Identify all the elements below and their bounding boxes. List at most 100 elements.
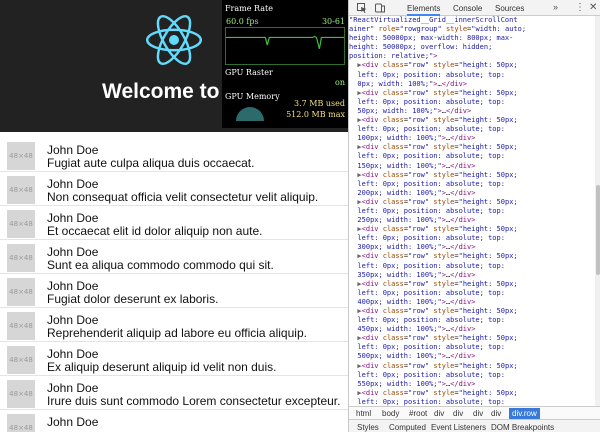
breadcrumb-item[interactable]: div xyxy=(453,409,463,418)
dom-tree-line[interactable]: ▶<div class="row" style="height: 50px; xyxy=(349,280,595,289)
breadcrumb-item[interactable]: body xyxy=(382,409,399,418)
dom-tree-line[interactable]: ▶<div class="row" style="height: 50px; xyxy=(349,61,595,70)
tab-console[interactable]: Console xyxy=(453,4,482,13)
tab-sources[interactable]: Sources xyxy=(495,4,524,13)
dom-token: "row" xyxy=(408,225,430,234)
dom-tree-line[interactable]: 350px; width: 100%;">…</div> xyxy=(349,271,595,280)
dom-token: "row" xyxy=(408,307,430,315)
dom-token: class xyxy=(378,170,404,179)
dom-tree-line[interactable]: left: 0px; position: absolute; top: xyxy=(349,234,595,243)
dom-token: left: 0px; position: absolute; top: xyxy=(349,97,505,106)
dom-token: <div xyxy=(361,252,379,261)
dom-tree-line[interactable]: left: 0px; position: absolute; top: xyxy=(349,316,595,325)
subtab-styles[interactable]: Styles xyxy=(357,423,379,432)
dom-token: </div> xyxy=(450,216,476,225)
list-item[interactable]: 48×48 John Doe Sunt ea aliqua commodo comm… xyxy=(0,240,348,274)
dom-tree-line[interactable]: 400px; width: 100%;">…</div> xyxy=(349,298,595,307)
dom-tree-line[interactable]: left: 0px; position: absolute; top: xyxy=(349,207,595,216)
dom-tree-line[interactable]: ▶<div class="row" style="height: 50px; xyxy=(349,143,595,152)
avatar-placeholder-text: 48×48 xyxy=(9,390,33,398)
list-item-message: Fugiat dolor deserunt ex laboris. xyxy=(47,292,219,306)
dom-token: </div> xyxy=(450,297,476,306)
dom-token: "height: 50px; xyxy=(458,170,518,179)
dom-token: left: 0px; position: absolute; top: xyxy=(349,261,505,270)
breadcrumb-item[interactable]: html xyxy=(356,409,371,418)
dom-tree-line[interactable]: position: relative;"> xyxy=(349,52,595,61)
elements-dom-tree[interactable]: "ReactVirtualized__Grid__innerScrollCont… xyxy=(349,16,595,406)
dom-token: "height: 50px; xyxy=(458,279,518,288)
dom-tree-line[interactable]: 150px; width: 100%;">…</div> xyxy=(349,162,595,171)
dom-tree-line[interactable]: 550px; width: 100%;">…</div> xyxy=(349,380,595,389)
dom-tree-line[interactable]: 450px; width: 100%;">…</div> xyxy=(349,325,595,334)
dom-tree-line[interactable]: 200px; width: 100%;">…</div> xyxy=(349,189,595,198)
dom-tree-line[interactable]: ▶<div class="row" style="height: 50px; xyxy=(349,252,595,261)
dom-tree-line[interactable]: ▶<div class="row" style="height: 50px; xyxy=(349,389,595,398)
device-toolbar-icon[interactable] xyxy=(375,3,385,13)
dom-tree-line[interactable]: left: 0px; position: absolute; top: xyxy=(349,371,595,380)
dom-tree-line[interactable]: 500px; width: 100%;">…</div> xyxy=(349,352,595,361)
dom-tree-line[interactable]: ▶<div class="row" style="height: 50px; xyxy=(349,225,595,234)
dom-tree-line[interactable]: "ReactVirtualized__Grid__innerScrollCont xyxy=(349,16,595,25)
kebab-menu-icon[interactable]: ⋮ xyxy=(575,2,585,13)
dom-token: position: relative;" xyxy=(349,52,434,61)
dom-tree-line[interactable]: 0px; width: 100%;">…</div> xyxy=(349,80,595,89)
tab-elements[interactable]: Elements xyxy=(407,4,441,16)
list-item[interactable]: 48×48 John Doe Irure duis sunt commodo Lor… xyxy=(0,376,348,410)
virtualized-list[interactable]: 48×48 John Doe Fugiat aute culpa aliqua du… xyxy=(0,138,348,432)
breadcrumb-item[interactable]: #root xyxy=(409,409,427,418)
dom-tree-line[interactable]: left: 0px; position: absolute; top: xyxy=(349,343,595,352)
dom-tree-line[interactable]: left: 0px; position: absolute; top: xyxy=(349,180,595,189)
dom-tree-scrollbar-thumb[interactable] xyxy=(596,185,600,275)
dom-tree-line[interactable]: left: 0px; position: absolute; top: xyxy=(349,289,595,298)
dom-tree-line[interactable]: ▶<div class="row" style="height: 50px; xyxy=(349,171,595,180)
breadcrumb-item[interactable]: div xyxy=(491,409,501,418)
dom-token: style xyxy=(429,170,455,179)
list-item[interactable]: 48×48 John Doe Fugiat aute culpa aliqua du… xyxy=(0,138,348,172)
dom-tree-line[interactable]: left: 0px; position: absolute; top: xyxy=(349,98,595,107)
dom-tree-line[interactable]: left: 0px; position: absolute; top: xyxy=(349,152,595,161)
dom-tree-line[interactable]: left: 0px; position: absolute; top: xyxy=(349,125,595,134)
frame-rate-label: Frame Rate xyxy=(225,4,273,13)
breadcrumb-item[interactable]: div xyxy=(473,409,483,418)
dom-tree-line[interactable]: ▶<div class="row" style="height: 50px; xyxy=(349,198,595,207)
dom-tree-line[interactable]: ▶<div class="row" style="height: 50px; xyxy=(349,307,595,316)
dom-token: class xyxy=(378,61,404,70)
subtab-dom-breakpoints[interactable]: DOM Breakpoints xyxy=(491,423,554,432)
dom-tree-line[interactable]: ▶<div class="row" style="height: 50px; xyxy=(349,89,595,98)
list-item[interactable]: 48×48 John Doe Reprehenderit aliquip ad la… xyxy=(0,308,348,342)
list-item[interactable]: 48×48 John Doe Et occaecat elit id dolor a… xyxy=(0,206,348,240)
dom-tree-line[interactable]: ▶<div class="row" style="height: 50px; xyxy=(349,362,595,371)
gpu-memory-max: 512.0 MB max xyxy=(286,110,345,119)
dom-tree-line[interactable]: height: 50000px; overflow: hidden; xyxy=(349,43,595,52)
dom-tree-line[interactable]: ainer" role="rowgroup" style="width: aut… xyxy=(349,25,595,34)
dom-token: style xyxy=(429,197,455,206)
avatar: 48×48 xyxy=(7,142,35,170)
subtab-event-listeners[interactable]: Event Listeners xyxy=(431,423,486,432)
dom-tree-line[interactable]: 100px; width: 100%;">…</div> xyxy=(349,134,595,143)
breadcrumb-item[interactable]: div xyxy=(434,409,444,418)
list-item-message: Fugiat aute culpa aliqua duis occaecat. xyxy=(47,156,255,170)
dom-tree-line[interactable]: ▶<div class="row" style="height: 50px; xyxy=(349,334,595,343)
dom-token: <div xyxy=(361,334,379,343)
list-item[interactable]: 48×48 John Doe xyxy=(0,410,348,432)
dom-token: left: 0px; position: absolute; top: xyxy=(349,370,505,379)
list-item[interactable]: 48×48 John Doe Non consequat officia velit… xyxy=(0,172,348,206)
dom-token: style xyxy=(429,225,455,234)
subtab-computed[interactable]: Computed xyxy=(389,423,426,432)
more-tabs-button[interactable]: » xyxy=(553,2,558,12)
list-item[interactable]: 48×48 John Doe Fugiat dolor deserunt ex la… xyxy=(0,274,348,308)
dom-tree-line[interactable]: 300px; width: 100%;">…</div> xyxy=(349,243,595,252)
list-item-message: Ex aliquip deserunt aliquip id velit non… xyxy=(47,360,277,374)
dom-tree-line[interactable]: 50px; width: 100%;">…</div> xyxy=(349,107,595,116)
dom-tree-line[interactable]: ▶<div class="row" style="height: 50px; xyxy=(349,116,595,125)
list-item-message: Non consequat officia velit consectetur … xyxy=(47,190,319,204)
dom-tree-line[interactable]: left: 0px; position: absolute; top: xyxy=(349,71,595,80)
breadcrumb-item[interactable]: div.row xyxy=(509,408,540,419)
dom-tree-line[interactable]: height: 50000px; max-width: 800px; max- xyxy=(349,34,595,43)
inspect-element-icon[interactable] xyxy=(357,3,367,13)
dom-tree-line[interactable]: left: 0px; position: absolute; top: xyxy=(349,262,595,271)
close-icon[interactable]: ✕ xyxy=(589,2,597,13)
list-item[interactable]: 48×48 John Doe Ex aliquip deserunt aliquip… xyxy=(0,342,348,376)
dom-tree-line[interactable]: left: 0px; position: absolute; top: xyxy=(349,398,595,406)
dom-tree-line[interactable]: 250px; width: 100%;">…</div> xyxy=(349,216,595,225)
